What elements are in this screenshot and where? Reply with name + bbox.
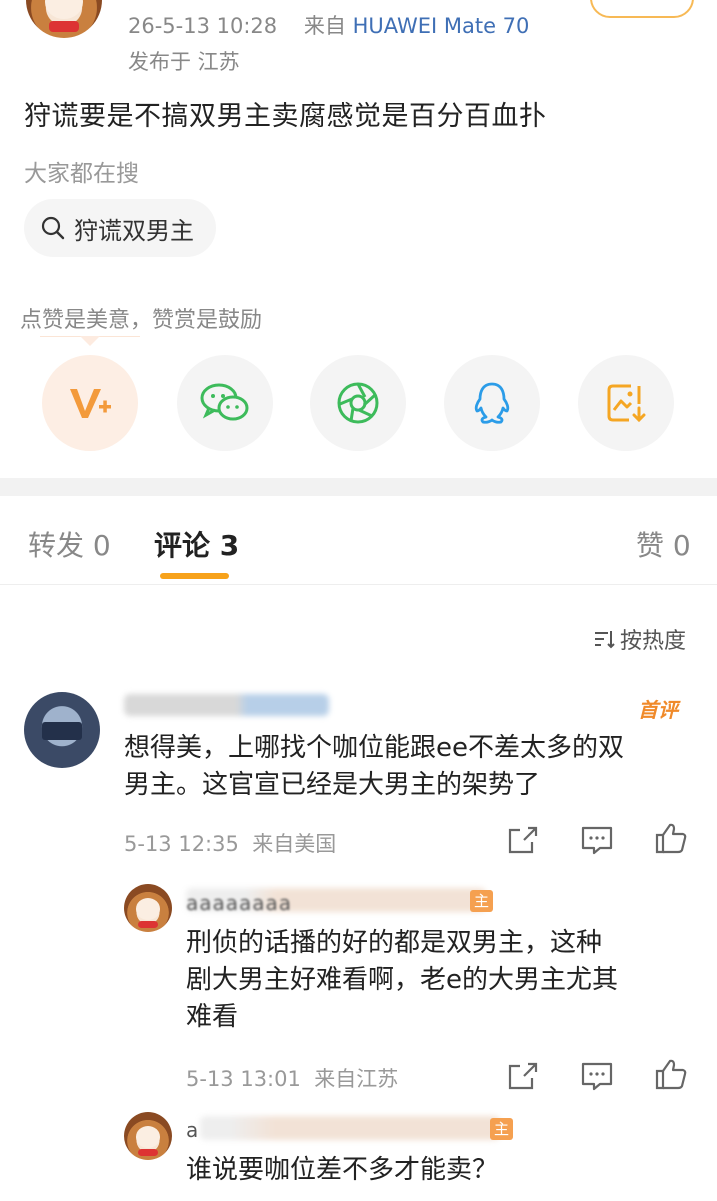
reply-author-tag: 主 [470, 890, 494, 912]
section-divider [0, 478, 717, 496]
search-chip-label: 狩谎双男主 [74, 216, 194, 245]
post-meta: 26-5-13 10:28 来自 HUAWEI Mate 70 [128, 10, 529, 40]
reply-avatar[interactable] [124, 884, 172, 932]
search-suggestion-chip[interactable]: 狩谎双男主 [24, 199, 216, 257]
everyone-searching-label: 大家都在搜 [24, 161, 139, 187]
share-moments-button[interactable] [310, 355, 406, 451]
post-timestamp: 26-5-13 10:28 [128, 14, 278, 38]
sort-label: 按热度 [620, 629, 687, 654]
like-icon[interactable] [654, 822, 688, 854]
active-tab-indicator [160, 573, 229, 579]
author-avatar[interactable] [26, 0, 102, 38]
reply-username: aaaaaaaa [186, 891, 293, 915]
reply-name-redacted [200, 1116, 500, 1140]
search-icon [41, 216, 65, 240]
sort-icon [595, 631, 615, 649]
share-row [0, 355, 717, 455]
hint-pointer [80, 336, 100, 346]
comment-text: 想得美，上哪找个咖位能跟ee不差太多的双 男主。这官宣已经是大男主的架势了 [124, 733, 624, 800]
repost-icon[interactable] [506, 824, 540, 856]
save-image-icon [607, 384, 646, 423]
sort-button[interactable]: 按热度 [594, 623, 686, 655]
reply-meta: 5-13 13:01 来自江苏 [186, 1067, 399, 1091]
wechat-icon [200, 383, 249, 421]
post-source-prefix: 来自 [303, 14, 346, 38]
post-device: HUAWEI Mate 70 [352, 14, 530, 38]
save-image-button[interactable] [578, 355, 674, 451]
tab-repost[interactable]: 转发 0 [28, 524, 111, 564]
reply-text: 谁说要咖位差不多才能卖？ [186, 1155, 499, 1185]
moments-icon [337, 382, 379, 424]
share-wechat-button[interactable] [177, 355, 273, 451]
post-location: 发布于 江苏 [128, 50, 240, 74]
qq-icon [474, 382, 510, 424]
reply-text: 刑侦的话播的好的都是双男主，这种 剧大男主好难看啊，老e的大男主尤其 难看 [186, 928, 618, 1032]
first-comment-badge: 首评 [638, 698, 678, 722]
reward-button[interactable] [42, 355, 138, 451]
repost-icon[interactable] [506, 1060, 540, 1092]
follow-button[interactable] [590, 0, 694, 18]
reply-username: a [186, 1118, 199, 1142]
post-text: 狩谎要是不搞双男主卖腐感觉是百分百血扑 [24, 101, 547, 132]
reply-avatar[interactable] [124, 1112, 172, 1160]
tab-comments[interactable]: 评论 3 [154, 524, 239, 564]
like-hint: 点赞是美意，赞赏是鼓励 [20, 308, 263, 333]
comment-icon[interactable] [580, 1060, 614, 1092]
tab-likes[interactable]: 赞 0 [636, 524, 691, 564]
commenter-avatar[interactable] [24, 692, 100, 768]
reward-v-icon [70, 389, 111, 418]
comment-meta: 5-13 12:35 来自美国 [124, 832, 337, 856]
commenter-name-redacted [124, 694, 329, 716]
tabs-divider [0, 584, 717, 585]
reply-author-tag: 主 [490, 1118, 514, 1140]
like-icon[interactable] [654, 1058, 688, 1090]
comment-icon[interactable] [580, 824, 614, 856]
share-qq-button[interactable] [444, 355, 540, 451]
